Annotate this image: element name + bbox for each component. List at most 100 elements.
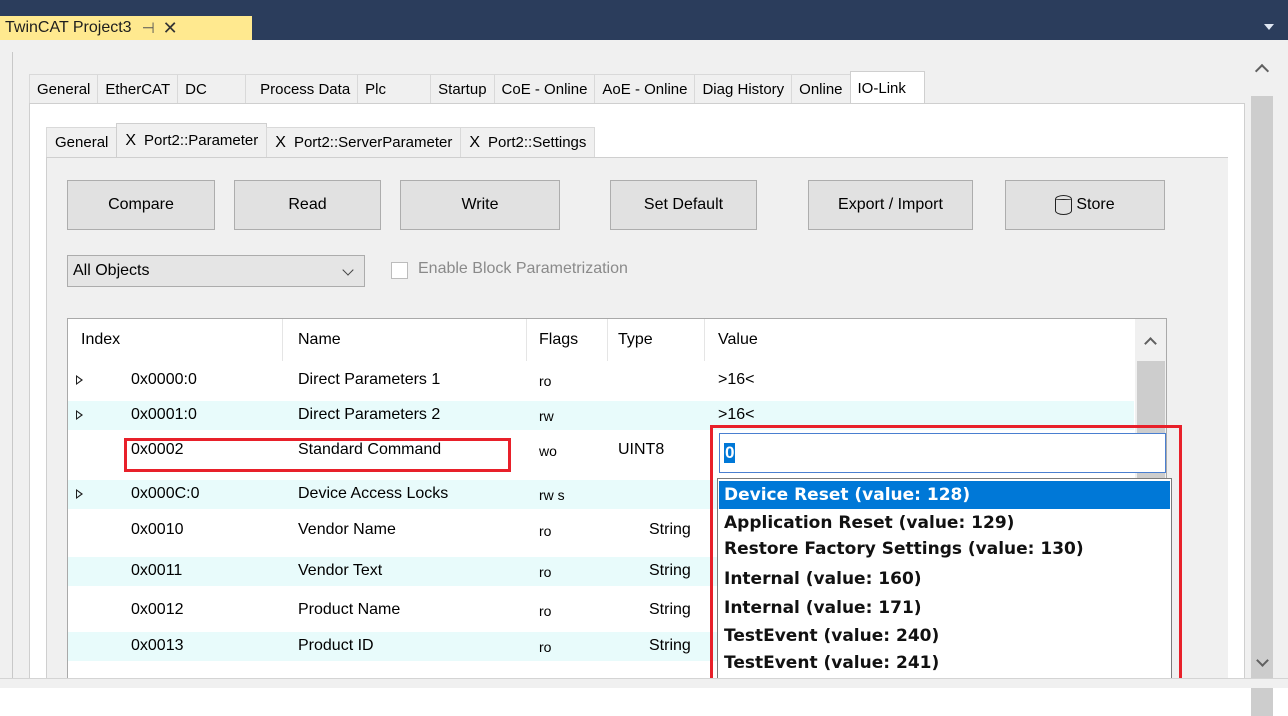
sub-tab-bar: General X Port2::Parameter X Port2::Serv…: [46, 123, 596, 157]
subtab-label: Port2::ServerParameter: [293, 134, 453, 151]
cell-flags: wo: [539, 443, 557, 459]
subtab-port2-serverparameter[interactable]: X Port2::ServerParameter: [266, 127, 462, 157]
tab-io-link[interactable]: IO-Link: [849, 71, 925, 104]
highlight-box-standard-command: [124, 438, 511, 472]
compare-button[interactable]: Compare: [67, 180, 215, 230]
write-button[interactable]: Write: [400, 180, 560, 230]
button-label: Export / Import: [838, 196, 943, 213]
pin-icon[interactable]: ⊣: [142, 19, 155, 37]
close-subtab-icon[interactable]: X: [275, 134, 286, 152]
tab-label: IO-Link: [857, 79, 906, 97]
scroll-up-icon[interactable]: [1254, 63, 1270, 79]
column-divider: [704, 319, 705, 361]
tab-startup[interactable]: Startup: [430, 74, 495, 104]
cell-flags: rw s: [539, 487, 565, 503]
expand-icon[interactable]: [76, 375, 83, 385]
tab-online[interactable]: Online: [791, 74, 851, 104]
close-subtab-icon[interactable]: X: [469, 134, 480, 152]
enable-block-param-checkbox[interactable]: [391, 262, 408, 279]
tab-label: CoE - Online: [501, 81, 588, 98]
tab-plc[interactable]: Plc: [357, 74, 432, 104]
subtab-label: General: [55, 134, 109, 151]
subtab-label: Port2::Settings: [488, 134, 587, 151]
export-import-button[interactable]: Export / Import: [808, 180, 973, 230]
column-divider: [607, 319, 608, 361]
database-icon: [1055, 195, 1073, 215]
tab-coe-online[interactable]: CoE - Online: [493, 74, 596, 104]
highlight-box-value-options: [710, 425, 1182, 688]
tab-label: DC: [185, 81, 207, 98]
cell-name: Product ID: [298, 637, 374, 654]
cell-value: >16<: [718, 406, 755, 423]
tab-diag-history[interactable]: Diag History: [694, 74, 793, 104]
read-button[interactable]: Read: [234, 180, 381, 230]
cell-flags: ro: [539, 564, 552, 580]
tab-process-data[interactable]: Process Data: [245, 74, 359, 104]
tab-dc[interactable]: DC: [177, 74, 247, 104]
button-label: Read: [288, 196, 327, 213]
subtab-port2-parameter[interactable]: X Port2::Parameter: [116, 123, 268, 157]
tab-label: Plc: [365, 81, 387, 98]
store-button[interactable]: Store: [1005, 180, 1165, 230]
window-menu-dropdown-icon[interactable]: [1264, 24, 1274, 30]
tab-label: Diag History: [702, 81, 785, 98]
scroll-up-icon[interactable]: [1144, 337, 1157, 350]
object-filter-value: All Objects: [73, 262, 150, 279]
expand-icon[interactable]: [76, 410, 83, 420]
expand-icon[interactable]: [76, 489, 83, 499]
outer-vertical-scrollbar[interactable]: [1248, 56, 1276, 716]
button-label: Compare: [108, 196, 174, 213]
cell-name: Vendor Text: [298, 562, 383, 579]
cell-value: >16<: [718, 371, 755, 388]
cell-name: Direct Parameters 1: [298, 371, 441, 388]
cell-type: UINT8: [618, 441, 665, 458]
tab-general[interactable]: General: [29, 74, 99, 104]
button-label: Store: [1076, 196, 1115, 213]
cell-type: String: [649, 521, 691, 538]
outer-scroll-thumb[interactable]: [1251, 96, 1273, 716]
cell-flags: ro: [539, 603, 552, 619]
set-default-button[interactable]: Set Default: [610, 180, 757, 230]
close-subtab-icon[interactable]: X: [125, 132, 136, 150]
cell-flags: ro: [539, 373, 552, 389]
cell-name: Direct Parameters 2: [298, 406, 441, 423]
button-label: Write: [461, 196, 499, 213]
enable-block-param-label: Enable Block Parametrization: [418, 260, 628, 277]
cell-index: 0x0012: [131, 601, 184, 618]
button-label: Set Default: [643, 196, 724, 213]
column-header-type[interactable]: Type: [618, 331, 653, 349]
horizontal-scrollbar[interactable]: [0, 678, 1288, 688]
tab-label: AoE - Online: [602, 81, 688, 98]
table-row[interactable]: 0x0000:0 Direct Parameters 1 ro >16<: [68, 366, 1134, 395]
tab-ethercat[interactable]: EtherCAT: [97, 74, 179, 104]
cell-index: 0x0013: [131, 637, 184, 654]
column-header-index[interactable]: Index: [81, 331, 120, 349]
cell-type: String: [649, 562, 691, 579]
column-header-value[interactable]: Value: [718, 331, 758, 349]
cell-index: 0x0010: [131, 521, 184, 538]
tab-label: Startup: [438, 81, 487, 98]
subtab-port2-settings[interactable]: X Port2::Settings: [460, 127, 596, 157]
tab-label: EtherCAT: [105, 81, 171, 98]
object-filter-select[interactable]: All Objects: [67, 255, 365, 287]
main-tab-bar: General EtherCAT DC Process Data Plc Sta…: [29, 71, 925, 104]
document-tab-title: TwinCAT Project3: [5, 19, 132, 36]
cell-flags: ro: [539, 639, 552, 655]
cell-name: Device Access Locks: [298, 485, 449, 502]
column-header-flags[interactable]: Flags: [539, 331, 578, 349]
document-tab[interactable]: TwinCAT Project3 ⊣ ✕: [0, 16, 252, 40]
cell-index: 0x0000:0: [131, 371, 197, 388]
column-divider: [282, 319, 283, 361]
column-divider: [526, 319, 527, 361]
cell-index: 0x0001:0: [131, 406, 197, 423]
table-header: Index Name Flags Type Value: [68, 319, 1166, 361]
cell-flags: ro: [539, 523, 552, 539]
tab-aoe-online[interactable]: AoE - Online: [594, 74, 696, 104]
subtab-general[interactable]: General: [46, 127, 118, 157]
subtab-label: Port2::Parameter: [144, 132, 259, 149]
cell-flags: rw: [539, 408, 554, 424]
cell-name: Product Name: [298, 601, 401, 618]
close-icon[interactable]: ✕: [163, 18, 178, 39]
column-header-name[interactable]: Name: [298, 331, 341, 349]
cell-index: 0x0011: [131, 562, 183, 579]
